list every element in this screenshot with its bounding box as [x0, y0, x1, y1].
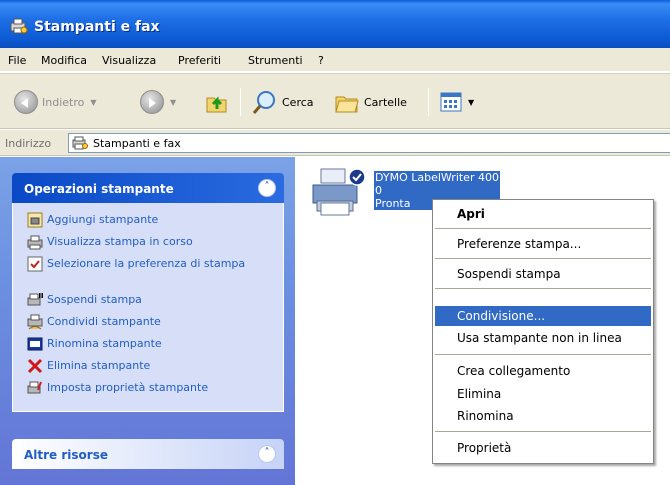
toolbar-separator: [428, 88, 429, 116]
menu-tools[interactable]: Strumenti: [248, 54, 303, 67]
printer-tasks-body: Aggiungi stampante Visualizza stampa in …: [12, 203, 284, 412]
collapse-chevron-icon[interactable]: ˄: [258, 445, 276, 463]
task-printer-properties[interactable]: Imposta proprietà stampante: [13, 379, 283, 401]
task-pane: Operazioni stampante ˄ Aggiungi stampant…: [0, 157, 295, 485]
printer-tasks-group: Operazioni stampante ˄ Aggiungi stampant…: [12, 173, 284, 412]
address-field[interactable]: Stampanti e fax: [68, 133, 670, 153]
printer-properties-icon: [27, 381, 42, 394]
rename-printer-icon: [27, 337, 43, 351]
task-add-printer[interactable]: Aggiungi stampante: [13, 211, 283, 233]
add-printer-icon: [27, 212, 43, 228]
collapse-chevron-icon[interactable]: ˄: [258, 179, 276, 197]
address-bar: Indirizzo Stampanti e fax: [0, 130, 670, 156]
title-bar[interactable]: Stampanti e fax: [0, 0, 670, 48]
ctx-use-offline[interactable]: Usa stampante non in linea: [435, 328, 651, 348]
task-delete-printer[interactable]: Elimina stampante: [13, 357, 283, 379]
up-folder-icon: [206, 96, 227, 113]
task-label: Rinomina stampante: [47, 337, 162, 350]
toolbar-separator: [240, 88, 241, 116]
back-label: Indietro: [42, 95, 85, 109]
printer-icon: [312, 168, 366, 216]
other-resources-title: Altre risorse: [24, 448, 108, 462]
task-label: Condividi stampante: [47, 315, 161, 328]
task-pause-printing[interactable]: Sospendi stampa: [13, 291, 283, 313]
menu-separator: [435, 258, 651, 259]
up-folder-button[interactable]: [204, 88, 230, 116]
task-share-printer[interactable]: Condividi stampante: [13, 313, 283, 335]
views-dropdown-icon[interactable]: ▼: [468, 98, 474, 107]
share-printer-icon: [27, 314, 43, 330]
menu-edit[interactable]: Modifica: [41, 54, 87, 67]
folders-label: Cartelle: [364, 95, 407, 109]
task-print-preferences[interactable]: Selezionare la preferenza di stampa: [13, 255, 283, 291]
menu-separator: [435, 431, 651, 432]
ctx-properties[interactable]: Proprietà: [435, 438, 651, 458]
ctx-print-preferences[interactable]: Preferenze stampa...: [435, 234, 651, 254]
forward-dropdown-icon[interactable]: ▼: [170, 98, 176, 107]
ctx-create-shortcut[interactable]: Crea collegamento: [435, 361, 651, 381]
back-arrow-icon: [14, 90, 38, 114]
menu-file[interactable]: File: [8, 54, 26, 67]
task-label: Visualizza stampa in corso: [47, 235, 193, 248]
forward-button[interactable]: ▼: [140, 88, 176, 116]
menu-separator: [435, 288, 651, 289]
task-label: Sospendi stampa: [47, 293, 142, 306]
printers-folder-icon: [10, 18, 28, 34]
search-button[interactable]: Cerca: [252, 88, 314, 116]
task-label: Selezionare la preferenza di stampa: [47, 257, 246, 270]
address-value: Stampanti e fax: [93, 137, 181, 150]
menu-separator: [435, 228, 651, 229]
menu-bar: File Modifica Visualizza Preferiti Strum…: [0, 48, 670, 72]
ctx-open[interactable]: Apri: [435, 204, 651, 224]
task-label: Imposta proprietà stampante: [47, 381, 209, 394]
menu-separator: [435, 354, 651, 355]
forward-arrow-icon: [140, 90, 164, 114]
delete-icon: [27, 358, 43, 374]
printer-tasks-header[interactable]: Operazioni stampante ˄: [12, 173, 284, 203]
print-preference-icon: [27, 256, 43, 272]
printer-name: DYMO LabelWriter 400: [375, 171, 499, 184]
task-view-queue[interactable]: Visualizza stampa in corso: [13, 233, 283, 255]
pause-printing-icon: [27, 293, 43, 306]
search-icon: [252, 91, 275, 114]
views-button[interactable]: ▼: [440, 88, 474, 116]
window-title: Stampanti e fax: [34, 19, 160, 35]
task-label: Elimina stampante: [47, 359, 151, 372]
printer-tasks-title: Operazioni stampante: [24, 182, 174, 196]
menu-help[interactable]: ?: [318, 54, 324, 67]
ctx-pause-printing[interactable]: Sospendi stampa: [435, 264, 651, 284]
toolbar: Indietro ▼ ▼ Cerca Cartelle ▼: [0, 73, 670, 129]
address-label: Indirizzo: [5, 137, 52, 150]
other-resources-group: Altre risorse ˄: [12, 439, 284, 469]
menu-view[interactable]: Visualizza: [102, 54, 156, 67]
back-button[interactable]: Indietro ▼: [14, 88, 97, 116]
other-resources-header[interactable]: Altre risorse ˄: [12, 439, 284, 469]
views-icon: [440, 92, 462, 112]
ctx-delete[interactable]: Elimina: [435, 384, 651, 404]
search-label: Cerca: [282, 95, 314, 109]
back-dropdown-icon[interactable]: ▼: [90, 98, 96, 107]
task-rename-printer[interactable]: Rinomina stampante: [13, 335, 283, 357]
menu-favorites[interactable]: Preferiti: [178, 54, 221, 67]
ctx-rename[interactable]: Rinomina: [435, 406, 651, 426]
folders-icon: [335, 96, 359, 113]
printers-folder-icon: [72, 136, 88, 150]
print-queue-icon: [27, 235, 43, 250]
context-menu: Apri Preferenze stampa... Sospendi stamp…: [432, 199, 654, 464]
ctx-sharing[interactable]: Condivisione...: [435, 306, 651, 326]
printer-jobs: 0: [375, 184, 382, 197]
folders-button[interactable]: Cartelle: [334, 88, 407, 116]
task-label: Aggiungi stampante: [47, 213, 159, 226]
